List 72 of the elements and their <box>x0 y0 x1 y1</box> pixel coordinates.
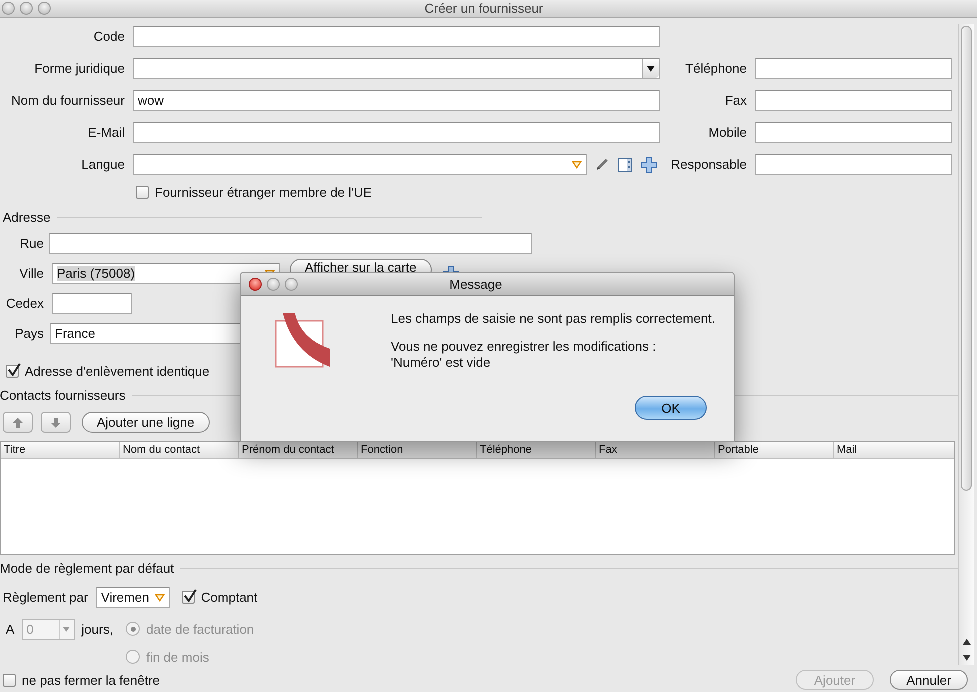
field-label: jours, <box>82 621 114 639</box>
field-label: Responsable <box>670 157 747 172</box>
action-button[interactable]: Annuler <box>890 670 968 690</box>
field-label: Cedex <box>5 296 44 311</box>
dialog-title: Message <box>448 276 504 292</box>
field-label: Forme juridique <box>34 61 125 76</box>
text-field[interactable] <box>133 26 660 47</box>
dropdown-arrow-icon <box>647 66 655 72</box>
checkbox-label: ne pas fermer la fenêtre <box>22 672 160 688</box>
minimize-button[interactable] <box>267 278 280 290</box>
move-down-button[interactable] <box>41 412 71 433</box>
down-arrow-icon <box>50 416 62 428</box>
ok-button[interactable]: OK <box>635 396 707 420</box>
field-label: Nom du fournisseur <box>10 93 125 108</box>
field-label: Mobile <box>708 125 747 140</box>
dropdown-arrow-icon <box>63 627 70 632</box>
checkbox-label: Fournisseur étranger membre de l'UE <box>155 185 372 200</box>
zoom-button[interactable] <box>38 2 51 15</box>
radio-label: date de facturation <box>146 622 254 636</box>
up-arrow-icon <box>12 416 24 428</box>
field-label: Téléphone <box>684 61 747 76</box>
combo-box[interactable] <box>133 154 587 175</box>
dropdown-arrow-icon <box>572 160 582 169</box>
checkbox[interactable] <box>3 674 16 686</box>
field-label: Règlement par <box>3 590 88 605</box>
text-field[interactable] <box>52 293 132 314</box>
field-label: Fax <box>724 93 747 108</box>
text-field[interactable]: wow <box>133 90 660 111</box>
scrollbar[interactable] <box>958 24 974 665</box>
text-field[interactable] <box>755 90 952 111</box>
window-title: Créer un fournisseur <box>424 1 544 16</box>
field-label: E-Mail <box>87 125 125 140</box>
checkbox-label: Comptant <box>201 590 258 605</box>
column-header[interactable]: Titre <box>1 442 120 458</box>
field-label: Code <box>92 29 125 44</box>
text-field[interactable] <box>755 122 952 143</box>
close-button[interactable] <box>2 2 15 15</box>
column-header[interactable]: Nom du contact <box>120 442 239 458</box>
panel-icon[interactable] <box>617 156 633 172</box>
combo-box[interactable]: Paris (75008) <box>52 263 280 284</box>
field-label: Pays <box>14 326 44 341</box>
text-field[interactable] <box>755 154 952 175</box>
dialog-message: Vous ne pouvez enregistrer les modifications : <box>391 339 658 355</box>
dialog-message: 'Numéro' est vide <box>391 355 492 371</box>
alert-icon <box>275 313 331 369</box>
dropdown-arrow-icon <box>155 593 166 602</box>
radio-label: fin de mois <box>146 650 210 664</box>
scroll-down-icon[interactable] <box>962 655 970 661</box>
dropdown[interactable] <box>133 58 660 79</box>
field-label: Rue <box>19 236 44 251</box>
field-label: Langue <box>80 157 125 172</box>
plus-icon[interactable] <box>640 156 658 174</box>
field-label: A <box>6 621 15 639</box>
section-title: Adresse <box>3 210 51 225</box>
column-header[interactable]: Mail <box>834 442 954 458</box>
minimize-button[interactable] <box>20 2 33 15</box>
pencil-icon[interactable] <box>594 156 610 172</box>
text-field[interactable] <box>49 233 532 254</box>
section-title: Mode de règlement par défaut <box>0 561 174 576</box>
add-row-button[interactable]: Ajouter une ligne <box>82 412 210 433</box>
dialog-message: Les champs de saisie ne sont pas remplis correctement. <box>391 311 716 326</box>
scroll-up-icon[interactable] <box>962 639 970 645</box>
text-field[interactable] <box>133 122 660 143</box>
text-field[interactable] <box>755 58 952 79</box>
checkbox-label: Adresse d'enlèvement identique <box>25 364 210 379</box>
checkbox[interactable] <box>136 186 149 199</box>
field-label: Ville <box>18 266 44 281</box>
zoom-button[interactable] <box>285 278 298 290</box>
checkbox[interactable] <box>6 365 19 378</box>
section-title: Contacts fournisseurs <box>0 388 126 403</box>
close-button[interactable] <box>249 278 262 290</box>
move-up-button[interactable] <box>3 412 33 433</box>
